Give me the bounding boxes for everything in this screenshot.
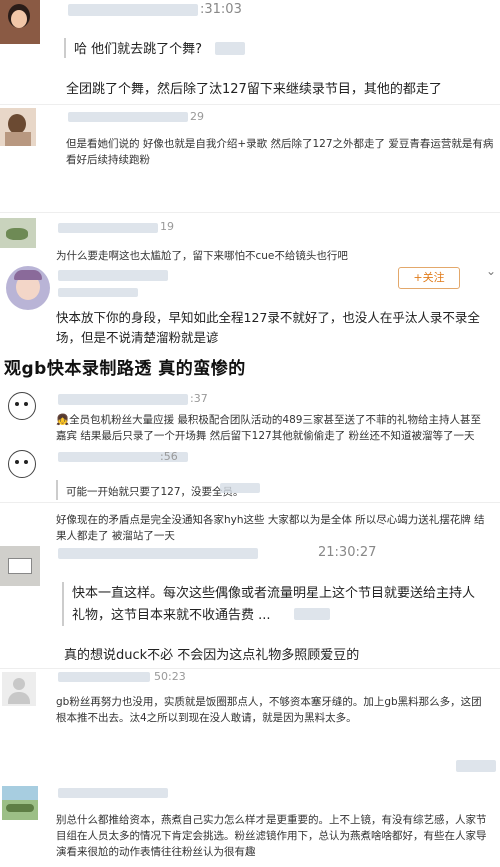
username-blur [68,112,188,122]
username-blur [68,4,198,16]
quote-block: 可能一开始就只要了127，没要全员。 [56,480,466,500]
blur-block [456,760,496,772]
timestamp: :31:03 [200,2,242,17]
divider [0,502,500,503]
avatar[interactable] [0,218,36,248]
timestamp: 21:30:27 [318,545,377,560]
comment-text: 快本放下你的身段，早知如此全程127录不就好了，也没人在乎汰人录不录全场，但是不… [56,310,480,345]
divider [0,104,500,105]
username-blur [58,788,168,798]
quote-text: 哈 他们就去跳了个舞? [74,42,203,57]
divider [0,668,500,669]
quote-text: 快本一直这样。每次这些偶像或者流量明星上这个节目就要送给主持人礼物，这节目本来就… [72,586,476,623]
comment-text: gb粉丝再努力也没用，实质就是饭圈那点人，不够资本塞牙缝的。加上gb黑料那么多，… [56,696,482,724]
comment-text: 别总什么都推给资本，燕煮自己实力怎么样才是更重要的。上不上镜，有没有综艺感，人家… [56,814,487,858]
username-blur [58,223,158,233]
follow-button[interactable]: +关注 [398,267,460,289]
timestamp: 19 [160,220,174,233]
timestamp: 29 [190,110,204,123]
username-blur [58,394,188,405]
avatar[interactable] [2,672,36,706]
blur-block [294,608,330,620]
avatar[interactable] [2,786,38,820]
comment-text: 但是看她们说的 好像也就是自我介绍+录歌 然后除了127之外都走了 爱豆青春运营… [66,138,494,166]
avatar[interactable] [0,546,40,586]
avatar[interactable] [6,266,50,310]
comment-text: 好像现在的矛盾点是完全没通知各家hyh这些 大家都以为是全体 所以尽心竭力送礼摆… [56,514,485,542]
timestamp: :37 [190,392,208,405]
avatar[interactable] [0,108,36,146]
username-blur [58,548,258,559]
timestamp: 50:23 [154,670,186,683]
comment-text: 👧全员包机粉丝大量应援 最积极配合团队活动的489三家甚至送了不菲的礼物给主持人… [56,414,481,442]
divider [0,212,500,213]
comment-text: 为什么要走啊这也太尴尬了，留下来哪怕不cue不给镜头也行吧 [56,250,348,262]
page-title: 观gb快本录制路透 真的蛮惨的 [4,359,246,379]
timestamp: :56 [160,450,178,463]
username-blur [58,672,150,682]
quote-block: 哈 他们就去跳了个舞? [64,38,494,58]
blur-block [215,42,245,55]
username-blur [58,270,168,281]
avatar[interactable] [0,0,40,44]
avatar[interactable] [4,446,38,480]
avatar[interactable] [4,388,38,422]
quote-block: 快本一直这样。每次这些偶像或者流量明星上这个节目就要送给主持人礼物，这节目本来就… [62,582,482,626]
quote-text: 可能一开始就只要了127，没要全员。 [66,486,244,498]
meta-blur [58,288,138,297]
blur-block [220,483,260,493]
comment-text: 真的想说duck不必 不会因为这点礼物多照顾爱豆的 [64,648,360,663]
chevron-down-icon[interactable]: ⌄ [486,264,496,278]
comment-text: 全团跳了个舞，然后除了汰127留下来继续录节目，其他的都走了 [66,82,442,97]
